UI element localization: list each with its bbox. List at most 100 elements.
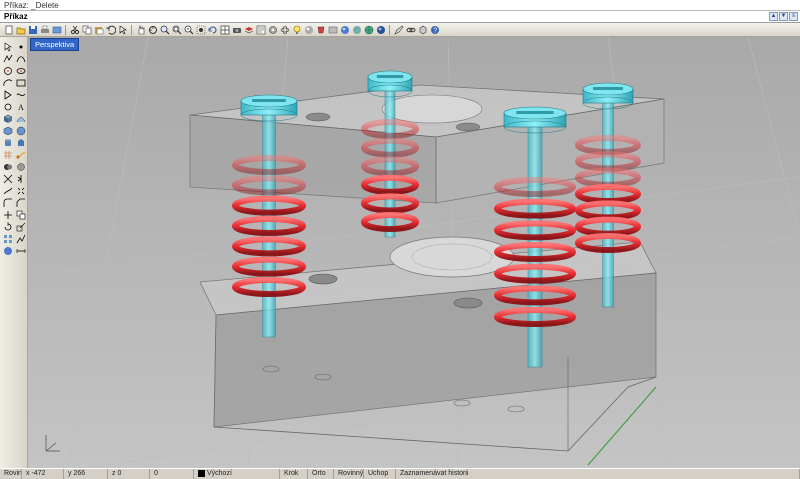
polyline-icon[interactable]: [2, 53, 13, 64]
command-label: Příkaz:: [4, 12, 31, 21]
zoom-extents-icon[interactable]: [183, 24, 194, 35]
standard-toolbar: ?: [0, 23, 800, 37]
render-object-icon[interactable]: [2, 245, 13, 256]
text-icon[interactable]: A: [15, 101, 26, 112]
chain-icon[interactable]: [405, 24, 416, 35]
status-plane: Rovina: [0, 469, 22, 479]
print-icon[interactable]: [39, 24, 50, 35]
point-icon[interactable]: [15, 41, 26, 52]
toolbar-separator: [65, 24, 66, 35]
move-icon[interactable]: [2, 209, 13, 220]
render-preview-icon[interactable]: [303, 24, 314, 35]
model-scene: [28, 37, 800, 468]
wireframe-icon[interactable]: [279, 24, 290, 35]
zoom-dynamic-icon[interactable]: [159, 24, 170, 35]
arc-icon[interactable]: [2, 77, 13, 88]
pan-icon[interactable]: [135, 24, 146, 35]
box-icon[interactable]: [2, 125, 13, 136]
undo-icon[interactable]: [105, 24, 116, 35]
zoom-window-icon[interactable]: [171, 24, 182, 35]
split-icon[interactable]: [15, 173, 26, 184]
curve-icon[interactable]: [15, 53, 26, 64]
explode-icon[interactable]: [15, 185, 26, 196]
mesh-icon[interactable]: [2, 149, 13, 160]
properties-icon[interactable]: [255, 24, 266, 35]
status-snap-grid[interactable]: Krok: [280, 469, 308, 479]
viewport-title-tab[interactable]: Perspektiva: [30, 38, 80, 51]
rotate-icon[interactable]: [2, 221, 13, 232]
free-curve-icon[interactable]: [15, 89, 26, 100]
set-camera-icon[interactable]: [231, 24, 242, 35]
loft-icon[interactable]: [15, 113, 26, 124]
undo-view-icon[interactable]: [207, 24, 218, 35]
distance-icon[interactable]: [15, 245, 26, 256]
dimension-icon[interactable]: [15, 149, 26, 160]
globe-icon[interactable]: [363, 24, 374, 35]
cube-icon[interactable]: [417, 24, 428, 35]
pen-tool-icon[interactable]: [393, 24, 404, 35]
command-scroll-buttons: ▲ ▼ ≡: [769, 12, 800, 21]
status-ortho[interactable]: Orto: [308, 469, 334, 479]
layer-icon[interactable]: [243, 24, 254, 35]
svg-text:A: A: [18, 103, 24, 112]
zoom-selected-icon[interactable]: [195, 24, 206, 35]
perspective-viewport[interactable]: Perspektiva: [28, 37, 800, 468]
main-tool-palette: A: [0, 37, 28, 468]
cut-icon[interactable]: [69, 24, 80, 35]
new-file-icon[interactable]: [3, 24, 14, 35]
copy-object-icon[interactable]: [15, 209, 26, 220]
rendered-shade-icon[interactable]: [315, 24, 326, 35]
sphere-render-icon[interactable]: [339, 24, 350, 35]
status-layer-label: Výchozí: [207, 470, 232, 477]
command-input[interactable]: [28, 11, 769, 22]
polygon-icon[interactable]: [2, 89, 13, 100]
circle-icon[interactable]: [2, 65, 13, 76]
status-layer[interactable]: Výchozí: [194, 469, 280, 479]
status-planar[interactable]: Rovinný: [334, 469, 364, 479]
analyze-icon[interactable]: [15, 233, 26, 244]
scroll-up-icon[interactable]: ▲: [769, 12, 778, 21]
boolean-diff-icon[interactable]: [15, 161, 26, 172]
status-record-history[interactable]: Zaznamenávat historii: [396, 469, 800, 479]
surface-icon[interactable]: [2, 113, 13, 124]
render-icon[interactable]: [375, 24, 386, 35]
scroll-menu-icon[interactable]: ≡: [789, 12, 798, 21]
status-osnap[interactable]: Uchop: [364, 469, 396, 479]
status-extra-value: 0: [150, 469, 194, 479]
light-bulb-icon[interactable]: [291, 24, 302, 35]
import-icon[interactable]: [51, 24, 62, 35]
extrude-icon[interactable]: [15, 137, 26, 148]
fillet-icon[interactable]: [2, 197, 13, 208]
ghost-shade-icon[interactable]: [327, 24, 338, 35]
status-x-coordinate: x -472: [22, 469, 64, 479]
svg-text:?: ?: [433, 27, 437, 34]
chamfer-icon[interactable]: [15, 197, 26, 208]
array-icon[interactable]: [2, 233, 13, 244]
cylinder-icon[interactable]: [2, 137, 13, 148]
grid-viewports-icon[interactable]: [219, 24, 230, 35]
sphere-icon[interactable]: [15, 125, 26, 136]
status-y-coordinate: y 266: [64, 469, 108, 479]
open-file-icon[interactable]: [15, 24, 26, 35]
rectangle-icon[interactable]: [15, 77, 26, 88]
circle-tangent-icon[interactable]: [2, 101, 13, 112]
toolbar-separator: [389, 24, 390, 35]
join-icon[interactable]: [2, 185, 13, 196]
scroll-down-icon[interactable]: ▼: [779, 12, 788, 21]
paste-icon[interactable]: [93, 24, 104, 35]
command-line: Příkaz: ▲ ▼ ≡: [0, 11, 800, 23]
ellipse-icon[interactable]: [15, 65, 26, 76]
select-icon[interactable]: [2, 41, 13, 52]
help-icon[interactable]: ?: [429, 24, 440, 35]
save-icon[interactable]: [27, 24, 38, 35]
trim-icon[interactable]: [2, 173, 13, 184]
copy-icon[interactable]: [81, 24, 92, 35]
boolean-union-icon[interactable]: [2, 161, 13, 172]
options-icon[interactable]: [267, 24, 278, 35]
status-z-coordinate: z 0: [108, 469, 150, 479]
material-icon[interactable]: [351, 24, 362, 35]
scale-icon[interactable]: [15, 221, 26, 232]
layer-color-swatch: [198, 469, 205, 477]
rotate-view-icon[interactable]: [147, 24, 158, 35]
select-arrow-icon[interactable]: [117, 24, 128, 35]
